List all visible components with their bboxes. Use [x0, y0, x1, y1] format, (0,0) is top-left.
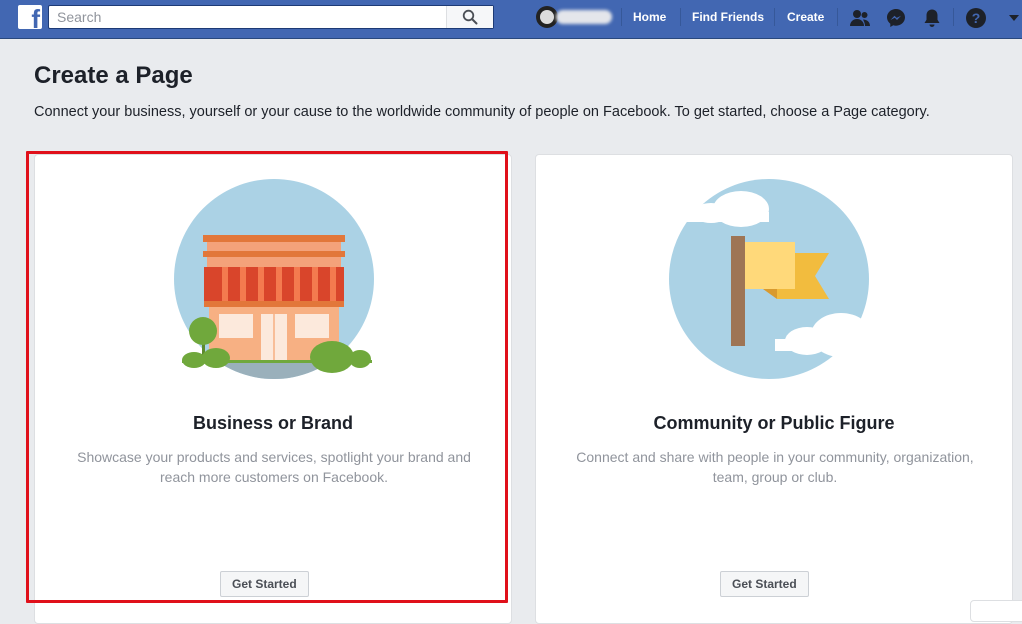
dropdown-arrow-icon[interactable] — [1009, 15, 1019, 21]
search-icon — [462, 9, 478, 25]
nav-divider — [953, 8, 954, 26]
nav-divider — [621, 8, 622, 26]
svg-text:?: ? — [972, 10, 981, 26]
messenger-icon[interactable] — [885, 7, 907, 29]
top-navigation-bar: f Home Find Friends Create ? — [0, 0, 1022, 39]
search-button[interactable] — [446, 6, 493, 28]
search-bar — [48, 5, 494, 29]
profile-link[interactable] — [536, 6, 614, 28]
get-started-button[interactable]: Get Started — [720, 571, 809, 597]
nav-divider — [680, 8, 681, 26]
chat-tab-fragment[interactable] — [970, 600, 1022, 622]
friends-icon[interactable] — [849, 7, 871, 29]
community-or-public-figure-card: Community or Public Figure Connect and s… — [535, 154, 1013, 624]
search-input[interactable] — [49, 6, 465, 28]
create-link[interactable]: Create — [787, 10, 824, 24]
home-link[interactable]: Home — [633, 10, 666, 24]
card-title: Community or Public Figure — [653, 413, 895, 433]
avatar — [536, 6, 558, 28]
business-or-brand-card: Business or Brand Showcase your products… — [34, 154, 512, 624]
notifications-icon[interactable] — [921, 7, 943, 29]
flag-illustration-icon — [669, 179, 869, 379]
nav-divider — [774, 8, 775, 26]
logo-letter: f — [31, 5, 40, 29]
get-started-button[interactable]: Get Started — [220, 571, 309, 597]
card-description: Showcase your products and services, spo… — [77, 449, 471, 485]
facebook-logo-icon[interactable]: f — [18, 5, 42, 29]
card-description: Connect and share with people in your co… — [576, 449, 974, 485]
help-icon[interactable]: ? — [965, 7, 987, 29]
profile-name-blurred — [556, 10, 612, 24]
card-title: Business or Brand — [192, 413, 354, 433]
nav-divider — [837, 8, 838, 26]
storefront-illustration-icon — [174, 179, 374, 379]
find-friends-link[interactable]: Find Friends — [692, 10, 764, 24]
page-subtitle: Connect your business, yourself or your … — [34, 104, 930, 120]
page-title: Create a Page — [34, 62, 193, 89]
